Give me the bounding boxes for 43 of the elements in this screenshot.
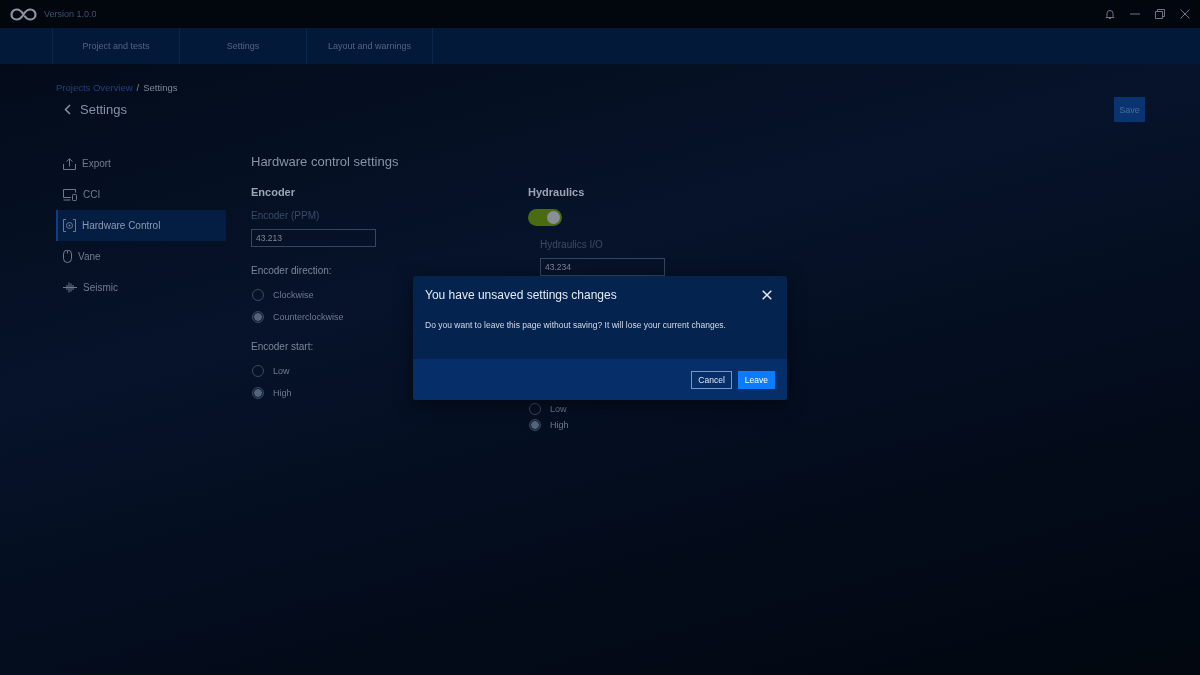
cancel-button[interactable]: Cancel (691, 370, 732, 389)
mouse-icon (63, 250, 72, 263)
section-heading: Hardware control settings (251, 153, 400, 171)
sidebar-item[interactable]: Vane (56, 241, 226, 272)
radio-label: High (273, 388, 292, 398)
bell-icon[interactable] (1105, 8, 1115, 20)
radio-label: Counterclockwise (273, 312, 344, 322)
page-title: Settings (80, 102, 127, 117)
version-label: Version 1.0.0 (44, 9, 97, 19)
infinity-icon (10, 7, 37, 21)
back-chevron-icon[interactable] (64, 104, 71, 115)
nav-tab[interactable]: Settings (179, 28, 306, 64)
dialog-message: Do you want to leave this page without saving? It will lose your current changes. (425, 319, 726, 331)
scan-circle-icon (63, 219, 76, 232)
toggle-switch[interactable] (528, 209, 562, 226)
nav-tab[interactable]: Layout and warnings (306, 28, 433, 64)
input-field[interactable]: 43.234 (540, 258, 665, 276)
monitor-phone-icon (63, 188, 77, 201)
waveform-icon (63, 282, 77, 293)
radio-group-label: Encoder direction: (251, 264, 332, 278)
field-label: Encoder (PPM) (251, 209, 320, 223)
radio-label: High (550, 420, 569, 430)
breadcrumb-separator: / (136, 82, 140, 94)
radio-label: Low (550, 404, 567, 414)
sidebar-item[interactable]: CCI (56, 179, 226, 210)
sidebar-item[interactable]: Export (56, 148, 226, 179)
radio-button[interactable] (252, 387, 264, 399)
restore-icon[interactable] (1155, 9, 1165, 19)
leave-button[interactable]: Leave (737, 370, 775, 389)
group-title: Encoder (251, 185, 295, 200)
dialog-title: You have unsaved settings changes (425, 287, 617, 303)
radio-label: Low (273, 366, 290, 376)
breadcrumb-current: Settings (143, 82, 178, 94)
radio-button[interactable] (529, 419, 541, 431)
upload-icon (63, 157, 76, 170)
group-title: Hydraulics (528, 185, 585, 200)
sidebar-item[interactable]: Hardware Control (56, 210, 226, 241)
sidebar-item[interactable]: Seismic (56, 272, 226, 303)
input-field[interactable]: 43.213 (251, 229, 376, 247)
nav-tab[interactable]: Project and tests (52, 28, 179, 64)
radio-button[interactable] (252, 311, 264, 323)
radio-label: Clockwise (273, 290, 314, 300)
radio-group-label: Encoder start: (251, 340, 314, 354)
